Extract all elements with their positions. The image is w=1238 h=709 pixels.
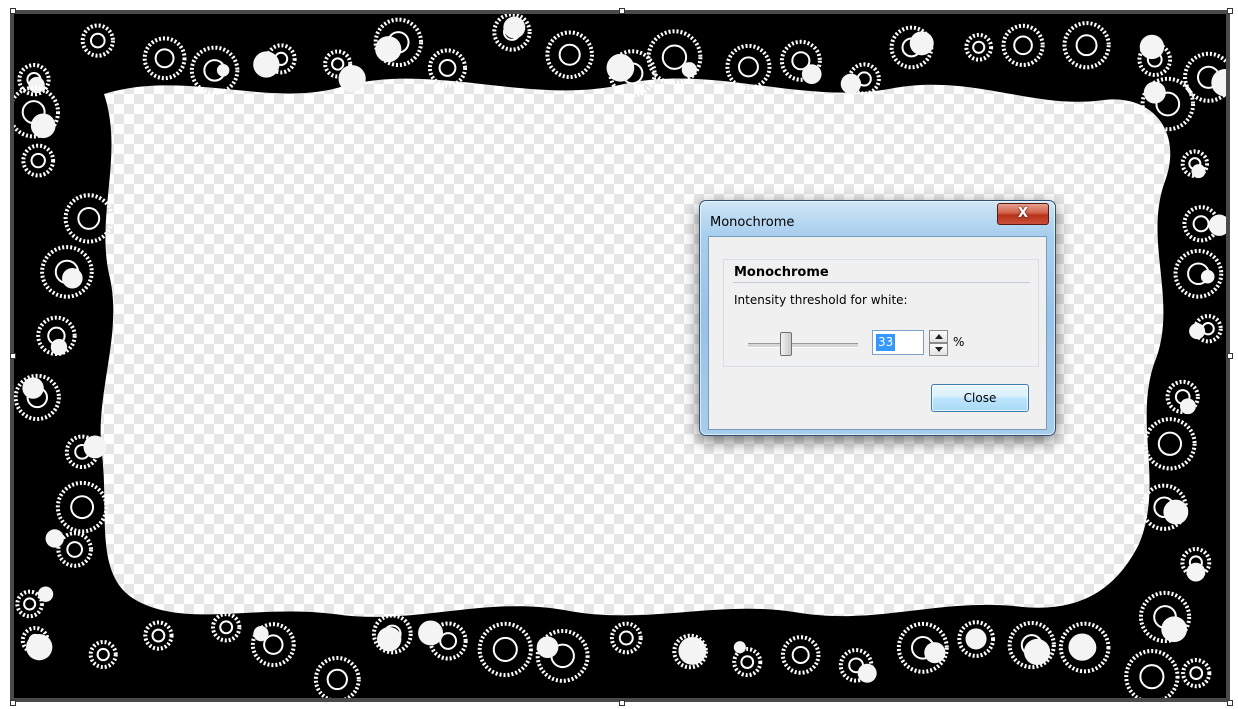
close-icon: X xyxy=(1017,206,1029,221)
arrow-down-icon xyxy=(935,347,943,352)
resize-handle-middle-left[interactable] xyxy=(10,353,16,359)
threshold-unit-label: % xyxy=(953,335,965,349)
spin-up-button[interactable] xyxy=(929,330,948,343)
close-button[interactable]: Close xyxy=(931,384,1029,412)
threshold-value-input[interactable]: 33 xyxy=(872,330,924,355)
arrow-up-icon xyxy=(935,334,943,339)
resize-handle-bottom-right[interactable] xyxy=(1227,700,1233,706)
resize-handle-bottom-left[interactable] xyxy=(10,700,16,706)
threshold-spinner[interactable] xyxy=(929,330,948,356)
resize-handle-bottom-center[interactable] xyxy=(619,700,625,706)
threshold-slider-thumb[interactable] xyxy=(780,332,793,356)
resize-handle-top-center[interactable] xyxy=(619,8,625,14)
resize-handle-top-left[interactable] xyxy=(10,8,16,14)
resize-handle-top-right[interactable] xyxy=(1227,8,1233,14)
group-title: Monochrome xyxy=(734,265,829,280)
threshold-value-text: 33 xyxy=(876,334,896,351)
group-divider xyxy=(733,282,1030,283)
resize-handle-middle-right[interactable] xyxy=(1227,353,1233,359)
dialog-client-area: Monochrome Intensity threshold for white… xyxy=(708,236,1047,430)
dialog-title: Monochrome xyxy=(710,215,795,230)
spin-down-button[interactable] xyxy=(929,343,948,356)
intensity-threshold-label: Intensity threshold for white: xyxy=(734,293,908,307)
monochrome-dialog: Monochrome X Monochrome Intensity thresh… xyxy=(699,200,1056,436)
monochrome-group: Monochrome Intensity threshold for white… xyxy=(723,259,1039,367)
threshold-slider-track[interactable] xyxy=(748,343,858,348)
title-close-button[interactable]: X xyxy=(997,203,1049,225)
